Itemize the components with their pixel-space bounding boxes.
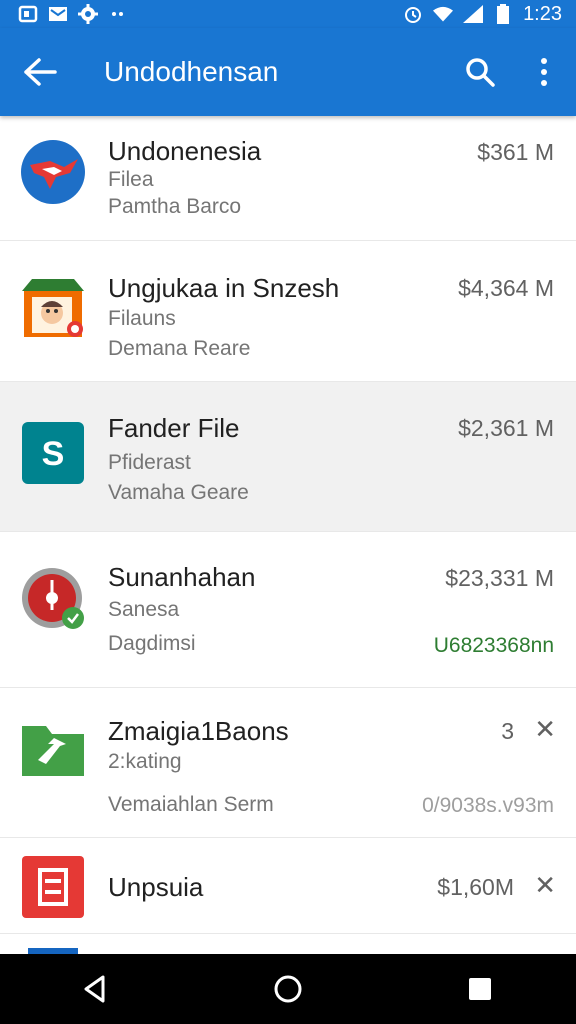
indonesia-map-icon bbox=[20, 139, 86, 205]
item-side-value: U6823368nn bbox=[433, 634, 554, 657]
item-detail: Dagdimsi bbox=[108, 632, 196, 655]
search-button[interactable] bbox=[448, 28, 512, 116]
back-arrow-icon bbox=[24, 58, 57, 86]
status-time: 1:23 bbox=[523, 2, 562, 25]
nav-recents-icon bbox=[469, 978, 491, 1000]
list-item[interactable] bbox=[0, 934, 576, 954]
list-item[interactable]: Ungjukaa in Snzesh Filauns Demana Reare … bbox=[0, 241, 576, 382]
item-detail: Demana Reare bbox=[108, 337, 251, 360]
item-title: Unpsuia bbox=[108, 872, 204, 902]
item-list: Undonenesia Filea Pamtha Barco $361 M Un… bbox=[0, 116, 576, 954]
list-item[interactable]: S Fander File Pfiderast Vamaha Geare $2,… bbox=[0, 382, 576, 532]
item-subtitle: Pfiderast bbox=[108, 451, 191, 474]
item-detail: Pamtha Barco bbox=[108, 195, 242, 218]
clock-badge-icon bbox=[20, 566, 86, 632]
item-title: Fander File bbox=[108, 413, 240, 443]
signal-icon bbox=[463, 5, 484, 23]
green-folder-icon bbox=[20, 716, 86, 782]
alarm-icon bbox=[403, 5, 423, 23]
list-item[interactable]: Unpsuia $1,60M ✕ bbox=[0, 838, 576, 934]
item-amount: $361 M bbox=[477, 139, 554, 165]
item-title: Sunanhahan bbox=[108, 562, 256, 592]
nav-back-button[interactable] bbox=[66, 959, 126, 1019]
item-side-value: 0/9038s.v93m bbox=[422, 794, 554, 817]
item-amount: 3 bbox=[501, 718, 514, 744]
item-title: Ungjukaa in Snzesh bbox=[108, 273, 340, 303]
dismiss-button[interactable]: ✕ bbox=[534, 870, 556, 901]
overflow-menu-button[interactable] bbox=[512, 28, 576, 116]
item-subtitle: Filea bbox=[108, 168, 154, 191]
list-item[interactable]: Zmaigia1Baons 2:kating Vemaiahlan Serm 3… bbox=[0, 688, 576, 838]
mail-icon bbox=[48, 5, 68, 23]
list-item[interactable]: Sunanhahan Sanesa Dagdimsi $23,331 M U68… bbox=[0, 532, 576, 688]
item-detail: Vemaiahlan Serm bbox=[108, 793, 274, 816]
item-amount: $23,331 M bbox=[445, 565, 554, 591]
dismiss-button[interactable]: ✕ bbox=[534, 714, 556, 745]
wifi-icon bbox=[433, 5, 454, 23]
nav-home-button[interactable] bbox=[258, 959, 318, 1019]
more-vert-icon bbox=[541, 58, 547, 86]
list-item[interactable]: Undonenesia Filea Pamtha Barco $361 M bbox=[0, 116, 576, 241]
app-bar: Undodhensan bbox=[0, 28, 576, 116]
battery-icon bbox=[493, 4, 513, 24]
item-detail: Vamaha Geare bbox=[108, 481, 249, 504]
svg-text:S: S bbox=[42, 435, 65, 473]
nav-recents-button[interactable] bbox=[450, 959, 510, 1019]
navigation-bar bbox=[0, 954, 576, 1024]
search-icon bbox=[466, 58, 495, 87]
back-button[interactable] bbox=[0, 28, 80, 116]
item-subtitle: Filauns bbox=[108, 307, 176, 330]
more-dots-icon bbox=[108, 5, 128, 23]
item-subtitle: 2:kating bbox=[108, 750, 182, 773]
page-title: Undodhensan bbox=[104, 56, 279, 87]
item-subtitle: Sanesa bbox=[108, 598, 180, 621]
status-bar: 1:23 bbox=[0, 0, 576, 28]
item-title: Undonenesia bbox=[108, 136, 262, 166]
storefront-avatar-icon bbox=[20, 275, 86, 341]
screenshot-icon bbox=[18, 5, 38, 23]
item-amount: $2,361 M bbox=[458, 415, 554, 441]
settings-icon bbox=[78, 4, 98, 24]
nav-back-icon bbox=[84, 975, 105, 1003]
item-amount: $1,60M bbox=[437, 874, 514, 900]
red-document-icon bbox=[20, 854, 86, 920]
item-title: Zmaigia1Baons bbox=[108, 716, 289, 746]
nav-home-icon bbox=[274, 975, 302, 1003]
item-amount: $4,364 M bbox=[458, 275, 554, 301]
dollar-app-icon: S bbox=[20, 420, 86, 486]
